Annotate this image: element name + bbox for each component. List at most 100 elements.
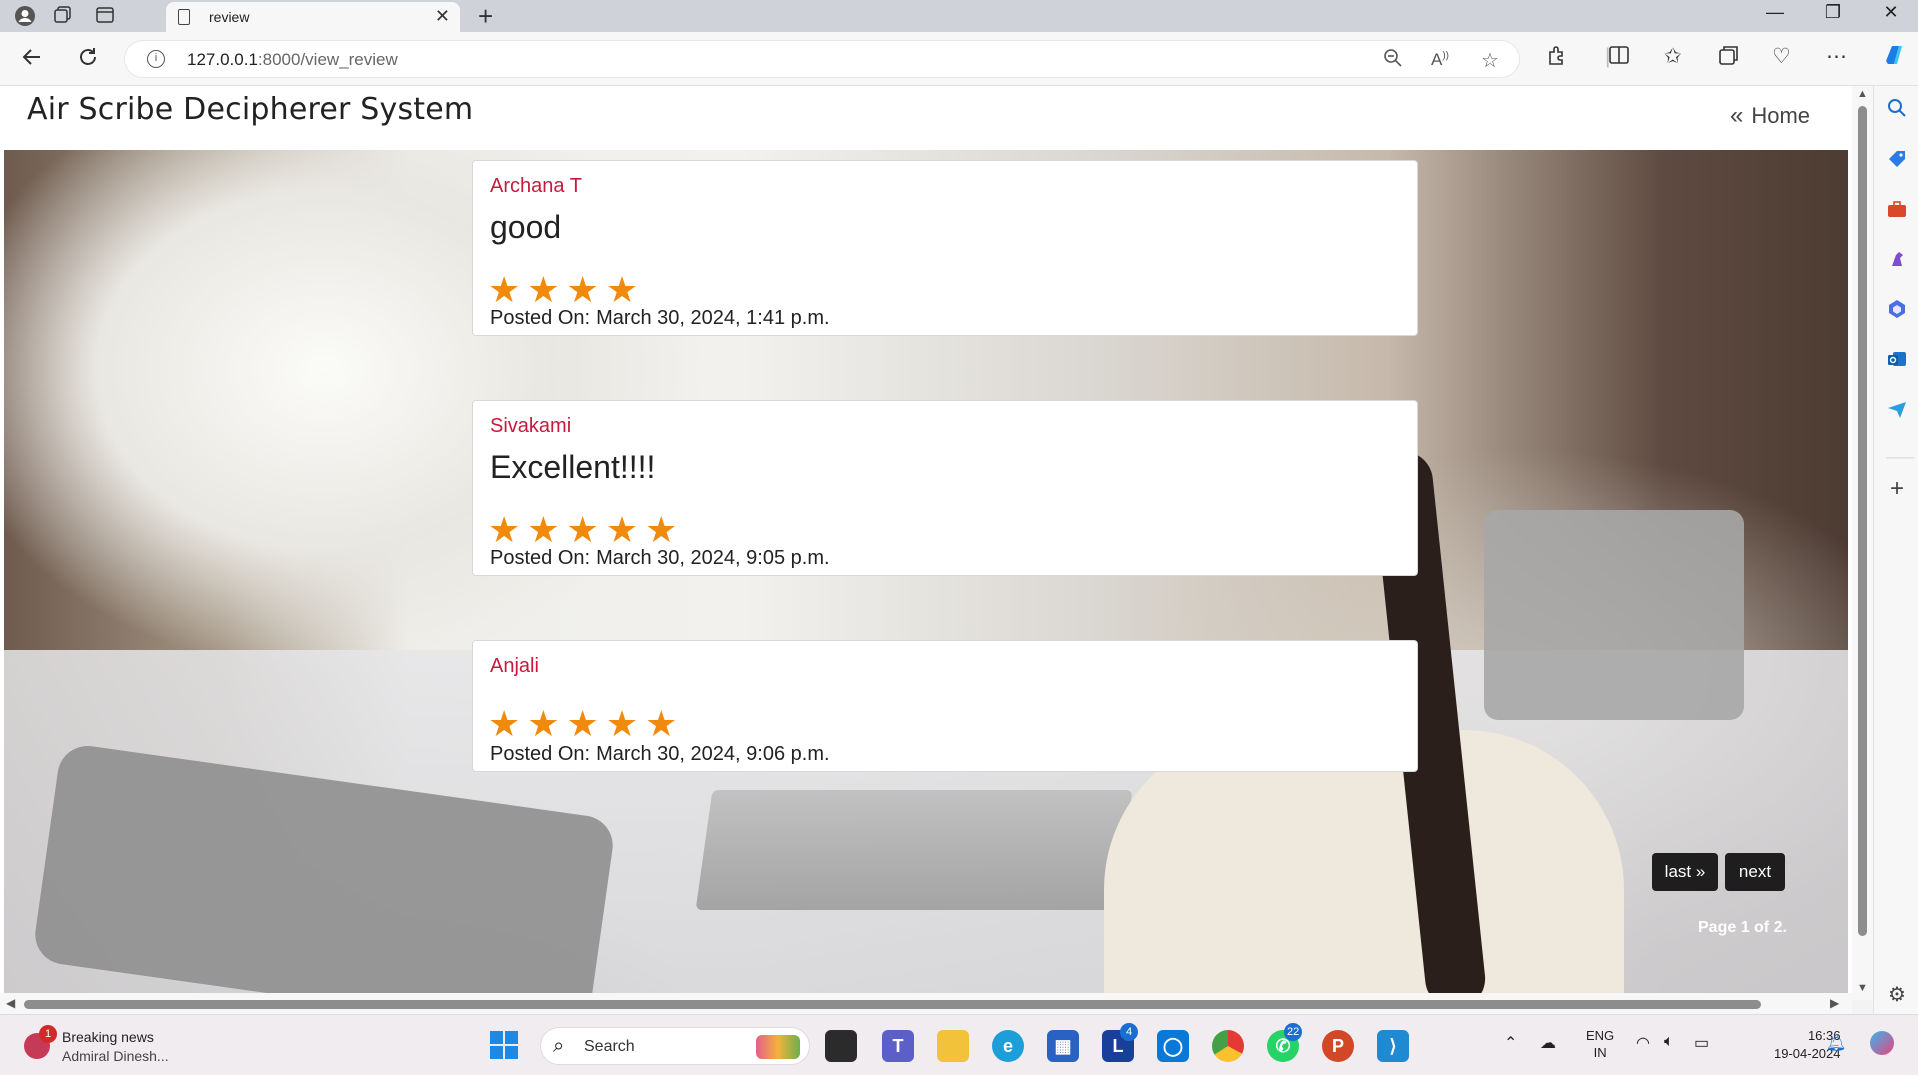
- back-icon[interactable]: [20, 45, 44, 76]
- favorites-icon[interactable]: ✩: [1664, 44, 1682, 69]
- review-card: Archana T good ★★★★ Posted On: March 30, …: [472, 160, 1418, 336]
- cortana-icon[interactable]: ◯: [1157, 1030, 1189, 1062]
- background-photo: Archana T good ★★★★ Posted On: March 30, …: [4, 150, 1848, 1000]
- vertical-tabs-icon[interactable]: [94, 5, 116, 27]
- read-aloud-icon[interactable]: A)): [1431, 50, 1449, 70]
- minimize-icon[interactable]: —: [1760, 2, 1790, 23]
- star-rating: ★★★★★: [488, 703, 685, 744]
- volume-icon[interactable]: 🔈︎: [1664, 1033, 1674, 1051]
- address-input[interactable]: i 127.0.0.1:8000/view_review A)) ☆: [124, 40, 1520, 78]
- news-subtitle[interactable]: Admiral Dinesh...: [62, 1048, 169, 1064]
- news-title[interactable]: Breaking news: [62, 1029, 154, 1045]
- scroll-right-icon[interactable]: ▶: [1830, 996, 1839, 1010]
- collections-icon[interactable]: [1718, 44, 1740, 72]
- windows-taskbar: 1 Breaking news Admiral Dinesh... ⌕ Sear…: [0, 1014, 1918, 1075]
- scroll-down-icon[interactable]: ▼: [1857, 982, 1868, 994]
- more-menu-icon[interactable]: ⋯: [1826, 44, 1847, 69]
- vscode-icon[interactable]: ⟩: [1377, 1030, 1409, 1062]
- language-code: ENG: [1586, 1028, 1615, 1043]
- review-text: Excellent!!!!: [490, 449, 656, 485]
- extensions-icon[interactable]: [1546, 44, 1568, 72]
- show-hidden-icons-icon[interactable]: ⌃: [1504, 1033, 1517, 1053]
- new-tab-icon[interactable]: +: [478, 1, 493, 32]
- file-explorer-icon[interactable]: [937, 1030, 969, 1062]
- sidebar-settings-icon[interactable]: ⚙: [1886, 984, 1908, 1006]
- powerpoint-icon[interactable]: P: [1322, 1030, 1354, 1062]
- sidebar-divider: ────: [1886, 453, 1915, 464]
- web-page: Air Scribe Decipherer System « Home Archa…: [0, 86, 1873, 1000]
- last-page-button[interactable]: last »: [1652, 853, 1718, 891]
- split-screen-icon[interactable]: [1608, 44, 1630, 72]
- tab-review[interactable]: review ✕: [166, 2, 460, 32]
- refresh-icon[interactable]: [76, 45, 100, 76]
- outlook-icon[interactable]: [1886, 348, 1908, 370]
- wifi-icon[interactable]: ◠: [1636, 1033, 1650, 1053]
- reviewer-name: Archana T: [490, 175, 582, 197]
- star-rating: ★★★★★: [488, 509, 685, 550]
- posted-date: Posted On: March 30, 2024, 9:06 p.m.: [490, 743, 830, 765]
- task-view-icon[interactable]: [825, 1030, 857, 1062]
- vertical-scrollbar[interactable]: ▲ ▼: [1852, 86, 1873, 1000]
- scroll-up-icon[interactable]: ▲: [1857, 88, 1868, 100]
- review-card: Anjali ★★★★★ Posted On: March 30, 2024, 9…: [472, 640, 1418, 772]
- whatsapp-badge: 22: [1284, 1023, 1303, 1041]
- star-rating: ★★★★: [488, 269, 646, 310]
- notification-bell-icon[interactable]: 🔔︎: [1826, 1033, 1846, 1053]
- browser-essentials-icon[interactable]: ♡: [1772, 44, 1791, 69]
- shopping-tag-icon[interactable]: [1886, 148, 1908, 170]
- drop-send-icon[interactable]: [1886, 398, 1908, 420]
- profile-icon[interactable]: [14, 5, 36, 27]
- l-app-badge: 4: [1120, 1023, 1138, 1041]
- site-navbar: Air Scribe Decipherer System « Home: [0, 86, 1852, 150]
- microsoft-365-icon[interactable]: [1886, 298, 1908, 320]
- close-window-icon[interactable]: ✕: [1876, 2, 1906, 23]
- page-info: Page 1 of 2.: [1698, 919, 1787, 936]
- microsoft-store-icon[interactable]: ▦: [1047, 1030, 1079, 1062]
- posted-date: Posted On: March 30, 2024, 1:41 p.m.: [490, 307, 830, 329]
- zoom-out-icon[interactable]: [1383, 48, 1403, 74]
- tools-briefcase-icon[interactable]: [1886, 198, 1908, 220]
- photo-laptop: [695, 790, 1133, 910]
- search-icon: ⌕: [553, 1035, 565, 1057]
- address-toolbar: i 127.0.0.1:8000/view_review A)) ☆ | ✩ ♡…: [0, 32, 1918, 86]
- next-page-button[interactable]: next: [1725, 853, 1785, 891]
- windows-start-icon[interactable]: [488, 1030, 520, 1062]
- edge-browser-icon[interactable]: e: [992, 1030, 1024, 1062]
- close-tab-icon[interactable]: ✕: [435, 6, 450, 27]
- horizontal-scroll-thumb[interactable]: [24, 1000, 1761, 1009]
- review-text: good: [490, 209, 562, 245]
- edge-sidebar: ──── + ⚙: [1873, 86, 1918, 1014]
- tab-title: review: [209, 9, 250, 25]
- favorite-star-icon[interactable]: ☆: [1481, 48, 1499, 73]
- home-link[interactable]: « Home: [1730, 102, 1810, 130]
- chrome-icon[interactable]: [1212, 1030, 1244, 1062]
- document-icon: [178, 9, 190, 25]
- teams-icon[interactable]: T: [882, 1030, 914, 1062]
- region-code: IN: [1593, 1045, 1607, 1060]
- taskbar-search[interactable]: ⌕ Search: [540, 1027, 810, 1065]
- search-placeholder: Search: [584, 1038, 635, 1055]
- battery-icon[interactable]: ▭: [1694, 1033, 1709, 1053]
- scroll-left-icon[interactable]: ◀: [6, 996, 15, 1010]
- copilot-icon[interactable]: [1880, 41, 1908, 75]
- review-card: Sivakami Excellent!!!! ★★★★★ Posted On: M…: [472, 400, 1418, 576]
- news-badge: 1: [39, 1025, 57, 1043]
- copilot-taskbar-icon[interactable]: [1868, 1029, 1896, 1062]
- search-icon[interactable]: [1886, 98, 1908, 120]
- reviewer-name: Anjali: [490, 655, 539, 677]
- browser-tab-bar: review ✕ + — ❐ ✕: [0, 0, 1918, 32]
- games-icon[interactable]: [1886, 248, 1908, 270]
- language-indicator[interactable]: ENG IN: [1586, 1027, 1614, 1061]
- vertical-scroll-thumb[interactable]: [1858, 106, 1867, 936]
- search-highlight-icon: [756, 1035, 800, 1059]
- horizontal-scrollbar[interactable]: ◀ ▶: [0, 993, 1852, 1014]
- site-brand[interactable]: Air Scribe Decipherer System: [27, 92, 473, 127]
- add-sidebar-app-icon[interactable]: +: [1886, 477, 1908, 501]
- site-info-icon[interactable]: i: [147, 50, 165, 68]
- posted-date: Posted On: March 30, 2024, 9:05 p.m.: [490, 547, 830, 569]
- restore-icon[interactable]: ❐: [1818, 2, 1848, 23]
- reviewer-name: Sivakami: [490, 415, 572, 437]
- workspaces-icon[interactable]: [52, 5, 74, 27]
- photo-felt-bag: [1484, 510, 1744, 720]
- onedrive-icon[interactable]: ☁: [1540, 1033, 1556, 1053]
